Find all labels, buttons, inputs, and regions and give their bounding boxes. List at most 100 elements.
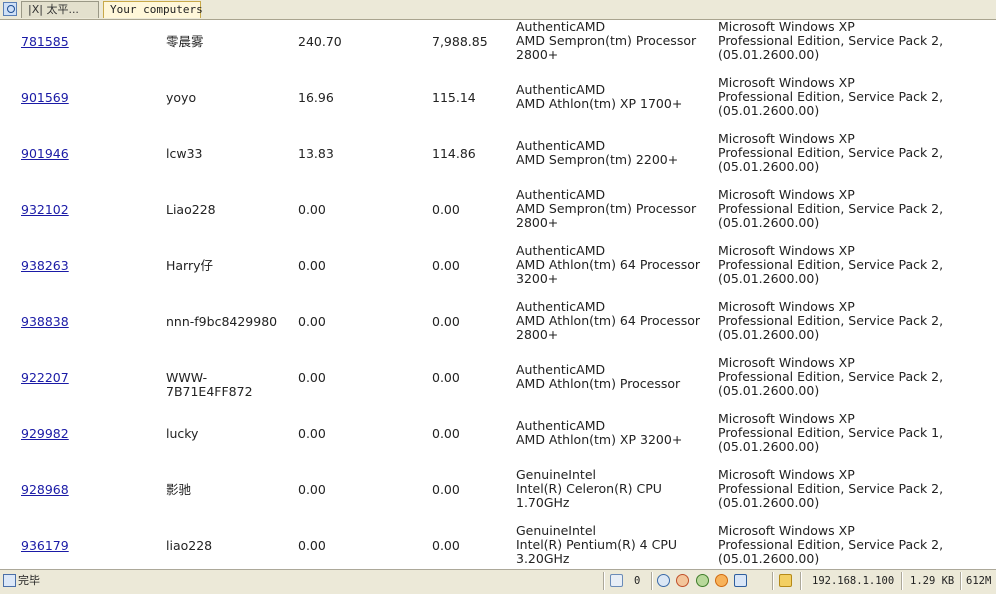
status-divider	[901, 572, 902, 590]
cpu-line: 3.20GHz	[516, 551, 570, 566]
cpu-line: GenuineIntel	[516, 523, 596, 538]
computer-id-link[interactable]: 901946	[21, 147, 69, 161]
cpu-line: Intel(R) Celeron(R) CPU	[516, 481, 662, 496]
cpu-info: GenuineIntel Intel(R) Celeron(R) CPU 1.70G…	[516, 468, 711, 510]
total-value: 0.00	[432, 370, 460, 385]
cpu-line: Intel(R) Pentium(R) 4 CPU	[516, 537, 678, 552]
cpu-info: AuthenticAMD AMD Athlon(tm) 64 Processor 2…	[516, 300, 711, 342]
computer-name: 零晨雾	[166, 34, 204, 49]
status-divider	[772, 572, 773, 590]
cpu-info: AuthenticAMD AMD Sempron(tm) 2200+	[516, 139, 711, 167]
trash-icon[interactable]	[610, 574, 623, 587]
os-line: Microsoft Windows XP	[718, 411, 855, 426]
os-line: Microsoft Windows XP	[718, 299, 855, 314]
gear-icon[interactable]	[715, 574, 728, 587]
computer-id-link[interactable]: 928968	[21, 483, 69, 497]
cpu-info: AuthenticAMD AMD Sempron(tm) Processor 280…	[516, 20, 711, 62]
cpu-info: AuthenticAMD AMD Sempron(tm) Processor 280…	[516, 188, 711, 230]
os-line: (05.01.2600.00)	[718, 439, 820, 454]
credit-value: 0.00	[298, 482, 326, 497]
total-value: 0.00	[432, 538, 460, 553]
computer-id-link[interactable]: 938263	[21, 259, 69, 273]
credit-value: 240.70	[298, 34, 342, 49]
computer-name: Harry仔	[166, 258, 214, 273]
os-line: Professional Edition, Service Pack 2,	[718, 313, 944, 328]
os-line: Professional Edition, Service Pack 2,	[718, 369, 944, 384]
cpu-line: AMD Athlon(tm) XP 3200+	[516, 432, 683, 447]
os-line: Microsoft Windows XP	[718, 187, 855, 202]
os-line: Professional Edition, Service Pack 2,	[718, 201, 944, 216]
credit-value: 0.00	[298, 370, 326, 385]
total-value: 0.00	[432, 202, 460, 217]
cpu-line: AuthenticAMD	[516, 243, 606, 258]
credit-value: 16.96	[298, 90, 334, 105]
computer-id-link[interactable]: 936179	[21, 539, 69, 553]
window-icon[interactable]	[734, 574, 747, 587]
credit-value: 0.00	[298, 258, 326, 273]
cpu-line: AuthenticAMD	[516, 418, 606, 433]
credit-value: 13.83	[298, 146, 334, 161]
computer-id-link[interactable]: 929982	[21, 427, 69, 441]
os-line: Professional Edition, Service Pack 1,	[718, 425, 944, 440]
refresh-icon[interactable]	[696, 574, 709, 587]
os-info: Microsoft Windows XP Professional Edition…	[718, 132, 988, 174]
cpu-line: AMD Athlon(tm) XP 1700+	[516, 96, 683, 111]
cpu-line: AMD Sempron(tm) Processor	[516, 201, 697, 216]
total-value: 7,988.85	[432, 34, 488, 49]
table-row: 901946 lcw33 13.83 114.86 AuthenticAMD AMD Se…	[0, 126, 996, 182]
os-line: Professional Edition, Service Pack 2,	[718, 537, 944, 552]
os-line: (05.01.2600.00)	[718, 551, 820, 566]
computer-name: 影驰	[166, 482, 192, 497]
status-text: 完毕	[18, 574, 40, 587]
os-info: Microsoft Windows XP Professional Edition…	[718, 188, 988, 230]
os-line: (05.01.2600.00)	[718, 215, 820, 230]
folder-icon[interactable]	[779, 574, 792, 587]
cpu-line: AMD Sempron(tm) Processor	[516, 33, 697, 48]
computer-id-link[interactable]: 938838	[21, 315, 69, 329]
cpu-line: GenuineIntel	[516, 467, 596, 482]
computer-id-link[interactable]: 901569	[21, 91, 69, 105]
cpu-line: AMD Athlon(tm) Processor	[516, 376, 681, 391]
cpu-line: 3200+	[516, 271, 559, 286]
tab-your-computers[interactable]: Your computers	[103, 1, 203, 18]
cpu-line: 2800+	[516, 47, 559, 62]
total-value: 0.00	[432, 482, 460, 497]
os-line: Professional Edition, Service Pack 2,	[718, 481, 944, 496]
os-line: Microsoft Windows XP	[718, 467, 855, 482]
os-line: Professional Edition, Service Pack 2,	[718, 145, 944, 160]
status-divider	[960, 572, 961, 590]
os-info: Microsoft Windows XP Professional Edition…	[718, 20, 988, 62]
network-icon[interactable]	[657, 574, 670, 587]
computer-id-link[interactable]: 781585	[21, 35, 69, 49]
os-line: (05.01.2600.00)	[718, 47, 820, 62]
computers-table: 781585 零晨雾 240.70 7,988.85 AuthenticAMD AMD S…	[0, 20, 996, 568]
computer-name: Liao228	[166, 202, 216, 217]
table-row: 938263 Harry仔 0.00 0.00 AuthenticAMD AMD Athl…	[0, 238, 996, 294]
status-count: 0	[634, 575, 641, 587]
os-info: Microsoft Windows XP Professional Edition…	[718, 412, 988, 454]
os-line: Microsoft Windows XP	[718, 75, 855, 90]
cpu-line: AuthenticAMD	[516, 20, 606, 34]
page-icon[interactable]	[3, 2, 17, 16]
os-line: (05.01.2600.00)	[718, 495, 820, 510]
table-row: 929982 lucky 0.00 0.00 AuthenticAMD AMD Athlo…	[0, 406, 996, 462]
os-info: Microsoft Windows XP Professional Edition…	[718, 524, 988, 566]
table-row: 928968 影驰 0.00 0.00 GenuineIntel Intel(R) Cel…	[0, 462, 996, 518]
os-line: Professional Edition, Service Pack 2,	[718, 33, 944, 48]
total-value: 0.00	[432, 258, 460, 273]
block-icon[interactable]	[676, 574, 689, 587]
cpu-line: AMD Athlon(tm) 64 Processor	[516, 257, 701, 272]
status-ip: 192.168.1.100	[812, 575, 895, 587]
os-line: Microsoft Windows XP	[718, 523, 855, 538]
computer-id-link[interactable]: 932102	[21, 203, 69, 217]
cpu-line: AMD Sempron(tm) 2200+	[516, 152, 679, 167]
computer-id-link[interactable]: 922207	[21, 371, 69, 385]
credit-value: 0.00	[298, 538, 326, 553]
computer-name: nnn-f9bc8429980	[166, 314, 278, 329]
table-row: 781585 零晨雾 240.70 7,988.85 AuthenticAMD AMD S…	[0, 20, 996, 70]
os-line: Microsoft Windows XP	[718, 243, 855, 258]
computer-name: lucky	[166, 426, 199, 441]
page-status-icon	[3, 574, 16, 587]
tab-taiping[interactable]: |X| 太平...	[21, 1, 99, 18]
os-line: Microsoft Windows XP	[718, 355, 855, 370]
